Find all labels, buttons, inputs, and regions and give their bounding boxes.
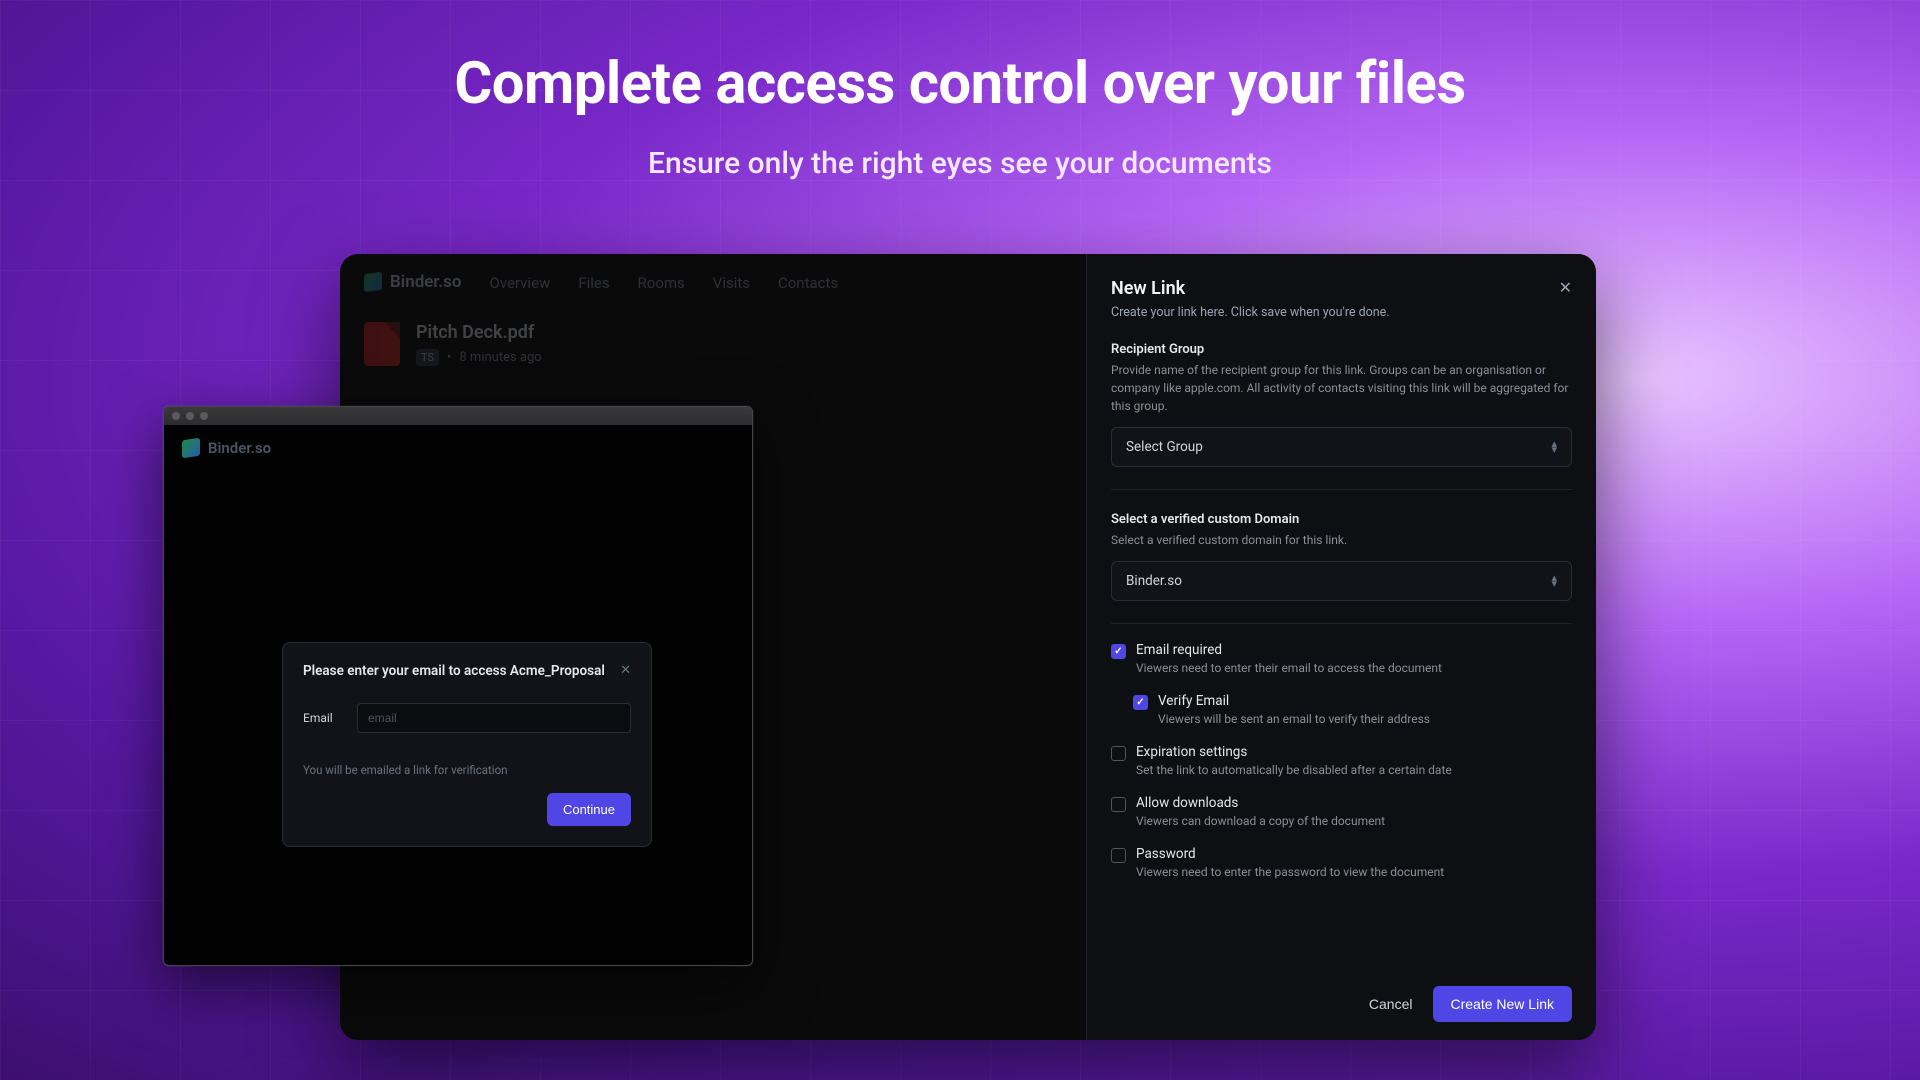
app-brand: Binder.so <box>364 272 462 292</box>
continue-button[interactable]: Continue <box>547 793 631 826</box>
traffic-light-icon <box>200 412 208 420</box>
hero-title: Complete access control over your files <box>0 50 1920 118</box>
custom-domain-desc: Select a verified custom domain for this… <box>1111 531 1572 549</box>
chevron-updown-icon: ▴▾ <box>1551 441 1557 453</box>
downloads-label: Allow downloads <box>1136 795 1385 811</box>
expiration-label: Expiration settings <box>1136 744 1452 760</box>
verify-email-checkbox[interactable] <box>1133 695 1148 710</box>
viewer-brand: Binder.so <box>164 425 752 471</box>
expiration-desc: Set the link to automatically be disable… <box>1136 763 1452 777</box>
chevron-updown-icon: ▴▾ <box>1551 575 1557 587</box>
hero-subtitle: Ensure only the right eyes see your docu… <box>0 146 1920 181</box>
expiration-checkbox[interactable] <box>1111 746 1126 761</box>
close-icon[interactable]: ✕ <box>1559 278 1572 297</box>
owner-badge: TS <box>416 349 439 366</box>
cancel-button[interactable]: Cancel <box>1363 986 1419 1022</box>
email-modal-title: Please enter your email to access Acme_P… <box>303 663 605 679</box>
pdf-file-icon <box>364 322 400 366</box>
password-desc: Viewers need to enter the password to vi… <box>1136 865 1444 879</box>
window-titlebar <box>164 407 752 425</box>
email-required-checkbox[interactable] <box>1111 644 1126 659</box>
custom-domain-label: Select a verified custom Domain <box>1111 512 1572 527</box>
create-link-button[interactable]: Create New Link <box>1433 986 1573 1022</box>
nav-rooms[interactable]: Rooms <box>638 274 685 292</box>
custom-domain-select[interactable]: Binder.so ▴▾ <box>1111 561 1572 601</box>
email-field-label: Email <box>303 711 343 725</box>
recipient-group-label: Recipient Group <box>1111 342 1572 357</box>
brand-logo-icon <box>364 272 382 293</box>
email-gate-modal: Please enter your email to access Acme_P… <box>282 642 652 847</box>
traffic-light-icon <box>172 412 180 420</box>
nav-files[interactable]: Files <box>578 274 609 292</box>
nav-contacts[interactable]: Contacts <box>778 274 838 292</box>
verify-email-desc: Viewers will be sent an email to verify … <box>1158 712 1430 726</box>
drawer-title: New Link <box>1111 278 1185 299</box>
email-field[interactable] <box>357 703 631 733</box>
password-checkbox[interactable] <box>1111 848 1126 863</box>
downloads-checkbox[interactable] <box>1111 797 1126 812</box>
file-name: Pitch Deck.pdf <box>416 322 542 343</box>
email-required-desc: Viewers need to enter their email to acc… <box>1136 661 1442 675</box>
close-icon[interactable]: ✕ <box>620 663 631 678</box>
password-label: Password <box>1136 846 1444 862</box>
email-hint: You will be emailed a link for verificat… <box>303 763 631 777</box>
nav-overview[interactable]: Overview <box>490 274 551 292</box>
drawer-subtitle: Create your link here. Click save when y… <box>1111 305 1572 320</box>
verify-email-label: Verify Email <box>1158 693 1430 709</box>
downloads-desc: Viewers can download a copy of the docum… <box>1136 814 1385 828</box>
brand-logo-icon <box>182 438 200 459</box>
viewer-preview-window: Binder.so Please enter your email to acc… <box>163 406 753 966</box>
nav-visits[interactable]: Visits <box>713 274 750 292</box>
traffic-light-icon <box>186 412 194 420</box>
file-age: 8 minutes ago <box>459 350 541 365</box>
email-required-label: Email required <box>1136 642 1442 658</box>
new-link-drawer: New Link ✕ Create your link here. Click … <box>1086 254 1596 1040</box>
recipient-group-desc: Provide name of the recipient group for … <box>1111 361 1572 415</box>
recipient-group-select[interactable]: Select Group ▴▾ <box>1111 427 1572 467</box>
